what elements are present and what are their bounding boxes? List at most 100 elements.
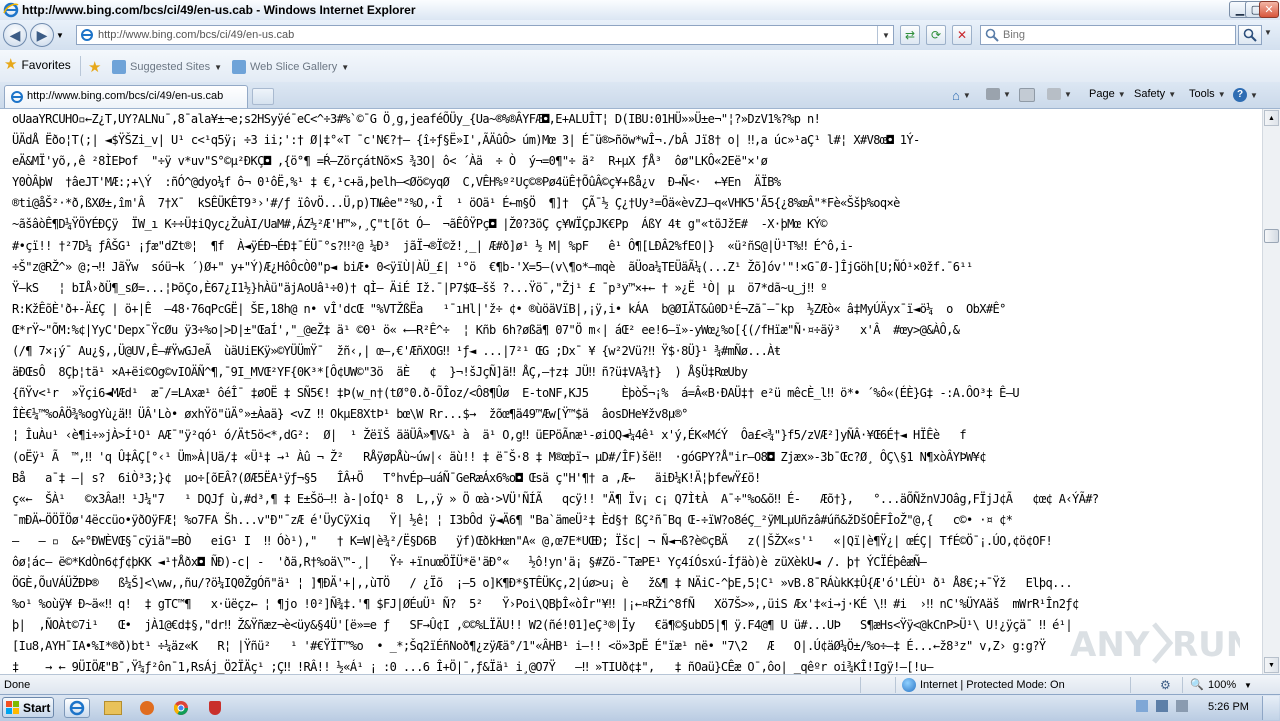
tab-label: http://www.bing.com/bcs/ci/49/en-us.cab <box>27 90 224 102</box>
content-line: ®ti@åŠ²·*ð,ßXØ±,îm'Â 7†X¯ kSÊÜKÊT9³›'#/ƒ… <box>12 196 900 211</box>
content-line: [Iu8,AYH¯IA•%I*®ð)bt¹ ÷¼äz«K R¦ |Ÿñü² ¹ … <box>12 639 1046 654</box>
flag-icon[interactable] <box>1136 700 1148 712</box>
page-menu[interactable]: Page ▼ <box>1089 88 1126 100</box>
zoom-level[interactable]: 100% <box>1208 679 1236 691</box>
safety-menu[interactable]: Safety ▼ <box>1134 88 1176 100</box>
content-line: #•çï!! †²7D¼ ƒÂŠG¹ ¡ƒæ"dZt®¦ ¶f À◄ÿÉÐ¬ÉÐ… <box>12 238 854 253</box>
chevron-down-icon: ▼ <box>1003 89 1011 99</box>
scroll-down-button[interactable]: ▼ <box>1264 657 1279 673</box>
close-icon: ✕ <box>1264 4 1274 16</box>
address-bar[interactable]: ▼ <box>76 25 894 45</box>
content-line: ‡ → ← 9ÜIÖÆ"B¯,Ÿ¼ƒ²ôn¯1,RsÁj_Ö2ÏÄç¹ ;Ç‼ … <box>12 660 933 674</box>
chevron-down-icon: ▼ <box>1264 28 1272 37</box>
compatibility-icon: ⇄ <box>904 28 916 42</box>
tools-menu-label: Tools <box>1189 88 1215 100</box>
navigation-bar: ◀ ▶ ▼ ▼ ⇄ ⟳ ✕ ▼ <box>0 20 1280 50</box>
show-desktop-button[interactable] <box>1262 696 1279 720</box>
scroll-thumb[interactable] <box>1264 229 1279 243</box>
suggested-sites-icon <box>112 60 126 74</box>
chevron-down-icon: ▼ <box>962 91 971 100</box>
taskbar-internet-explorer[interactable] <box>64 698 90 718</box>
vertical-scrollbar[interactable]: ▲ ▼ <box>1262 109 1280 674</box>
stop-button[interactable]: ✕ <box>952 25 972 45</box>
search-input[interactable] <box>1003 27 1223 43</box>
taskbar-media-player[interactable] <box>134 698 160 718</box>
chrome-icon <box>173 701 188 715</box>
content-line: ÖGÈ,ÕuVÁÜŽÐÞ® ß¼Š]<\ww,,ñu/?ö¼IQ0ŽgÓñ"ä¹… <box>12 576 1073 591</box>
chevron-down-icon: ▼ <box>1250 90 1258 100</box>
add-to-favorites-bar-icon[interactable]: ★ <box>88 58 101 76</box>
address-input[interactable] <box>98 27 868 43</box>
separator <box>80 56 81 76</box>
help-menu[interactable]: ? ▼ <box>1233 88 1258 102</box>
close-button[interactable]: ✕ <box>1259 1 1279 18</box>
favorites-label: Favorites <box>21 58 71 72</box>
web-slice-gallery-label: Web Slice Gallery <box>250 61 338 73</box>
rss-feed-icon <box>986 88 1000 100</box>
back-button[interactable]: ◀ <box>3 23 27 47</box>
print-button[interactable]: ▼ <box>1047 88 1072 100</box>
content-line: {ñŸv<¹r »Ÿçi6◄MÆd¹ æ¯/=LAxæ¹ ôéÎ¯ ‡øOË ‡… <box>12 386 1020 401</box>
network-icon[interactable] <box>1156 700 1168 712</box>
taskbar-chrome[interactable] <box>168 698 194 718</box>
taskbar-file-explorer[interactable] <box>100 698 126 718</box>
suggested-sites-link[interactable]: Suggested Sites ▼ <box>112 60 222 74</box>
security-zone-text[interactable]: Internet | Protected Mode: On <box>920 679 1065 691</box>
feeds-button[interactable]: ▼ <box>986 88 1011 100</box>
recent-pages-dropdown[interactable]: ▼ <box>56 31 64 40</box>
chevron-down-icon: ▼ <box>1064 89 1072 99</box>
chevron-down-icon: ▼ <box>1168 89 1177 99</box>
ie-logo-icon <box>69 700 85 716</box>
separator <box>895 677 896 693</box>
content-line: — – ▫ &÷°ÐWÈVŒ§¯cÿiä"=BÒ eiG¹ I ‼ Óò¹),"… <box>12 533 1053 548</box>
zoom-dropdown[interactable]: ▼ <box>1244 681 1252 690</box>
content-line: Bå a¯‡ —| s? 6iÒ³3;}¢ µo÷[õEÂ?(ØÆ5ËA¹ÿƒ¬… <box>12 470 761 485</box>
tools-menu[interactable]: Tools ▼ <box>1189 88 1226 100</box>
search-button[interactable] <box>1238 25 1262 45</box>
favorites-button[interactable]: ★ Favorites <box>4 57 71 72</box>
folder-icon <box>104 701 122 715</box>
refresh-button[interactable]: ⟳ <box>926 25 946 45</box>
minimize-icon: ▁ <box>1235 4 1245 16</box>
content-line: %o¹ %oùÿ¥ Ð~ä«‼ q! ‡ gTC™¶ x·üëçz← ¦ ¶jo… <box>12 597 1079 612</box>
read-mail-button[interactable] <box>1019 88 1035 102</box>
page-content: oUaaYRCUHO▫←Z¿T,UY?ALNu¯,8¯ala¥±¬e;s2HSy… <box>0 109 1262 674</box>
svg-text:RUN: RUN <box>1172 625 1240 665</box>
content-line: oUaaYRCUHO▫←Z¿T,UY?ALNu¯,8¯ala¥±¬e;s2HSy… <box>12 112 821 126</box>
taskbar-security-app[interactable] <box>202 698 228 718</box>
new-tab-button[interactable] <box>252 88 274 105</box>
media-player-icon <box>140 701 154 715</box>
content-line: ÜÄdÅ Ëðo¦T(;| ◄$ŸŠZi_v| U¹ c<¹q5ÿ¡ ÷3 ii… <box>12 133 920 148</box>
start-button[interactable]: Start <box>2 697 54 718</box>
window-title: http://www.bing.com/bcs/ci/49/en-us.cab … <box>22 3 416 17</box>
chevron-down-icon: ▼ <box>214 62 223 72</box>
mail-icon <box>1019 88 1035 102</box>
content-line: þ| ,ÑOÀt©7i¹ Œ• jÀ1@€d‡§,"dr‼ Ž&Ÿñæz¬è<ü… <box>12 618 1073 633</box>
content-line: ¯mÐÄ←ÖÖÏÖø'4ëccüo•ÿðOÿFÆ¦ %o7FA Šh...v"Ð… <box>12 512 1013 527</box>
volume-icon[interactable] <box>1176 700 1188 712</box>
content-line: ~ãšâòÊ¶D¼ŸÖYÉÐÇÿ ÏW_ı K÷÷Ü‡iQyc¿ŽuÀI/UaM… <box>12 217 827 232</box>
content-line: Y0ÒÂþW †âeJT'MÆ:;+\Ý :ñÓ^@dyo¼f ô¬ 0¹ôË,… <box>12 175 781 190</box>
compatibility-view-button[interactable]: ⇄ <box>900 25 920 45</box>
web-slice-gallery-link[interactable]: Web Slice Gallery ▼ <box>232 60 349 74</box>
protected-mode-icon[interactable]: ⚙ <box>1160 678 1171 692</box>
chevron-down-icon: ▼ <box>1217 89 1226 99</box>
zoom-icon[interactable]: 🔍 <box>1190 678 1204 691</box>
content-line: Œ*rŸ~"ÕM:%¢|YyC'Depx¯ŸcØu ÿ3÷%o|>D|±"ŒaÍ… <box>12 322 960 337</box>
scroll-up-button[interactable]: ▲ <box>1264 110 1279 126</box>
tab-current[interactable]: http://www.bing.com/bcs/ci/49/en-us.cab <box>4 85 248 108</box>
shield-icon <box>209 701 221 715</box>
forward-button[interactable]: ▶ <box>30 23 54 47</box>
home-icon: ⌂ <box>952 88 960 103</box>
page-icon <box>11 91 23 103</box>
safety-menu-label: Safety <box>1134 88 1166 100</box>
chevron-down-icon: ▼ <box>1117 89 1126 99</box>
watermark-logo: ANY RUN <box>1070 622 1240 665</box>
address-dropdown-button[interactable]: ▼ <box>877 26 894 44</box>
separator <box>860 677 861 693</box>
search-box[interactable] <box>980 25 1236 45</box>
clock[interactable]: 5:26 PM <box>1208 701 1249 713</box>
home-button[interactable]: ⌂ ▼ <box>952 88 971 103</box>
content-line: ÷Š"z@RŽ^» @;¬‼ JãŸw sóü¬k ´)Ø+" y+"Ý)Æ¿H… <box>12 259 973 274</box>
search-options-dropdown[interactable]: ▼ <box>1264 28 1272 37</box>
